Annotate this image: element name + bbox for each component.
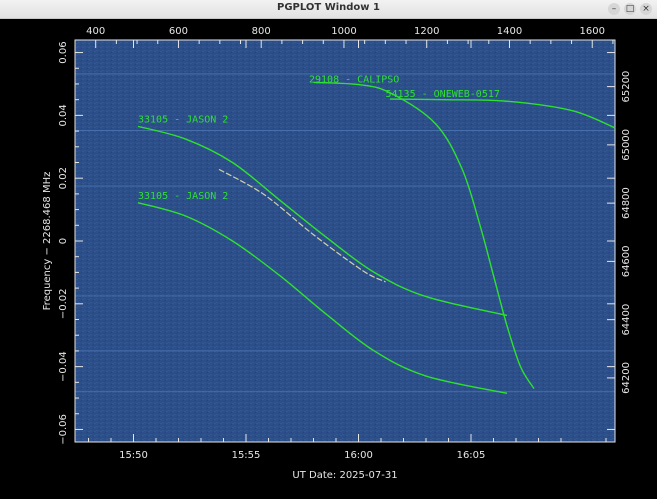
top-tick-label: 1000 bbox=[331, 26, 356, 37]
satellite-label: 29108 - CALIPSO bbox=[309, 74, 399, 85]
top-tick-label: 1200 bbox=[414, 26, 439, 37]
top-tick-label: 800 bbox=[252, 26, 271, 37]
y-tick-label: −0.06 bbox=[58, 414, 69, 445]
top-tick-label: 1600 bbox=[580, 26, 605, 37]
window-title: PGPLOT Window 1 bbox=[277, 2, 380, 13]
waterfall-background bbox=[75, 40, 615, 442]
right-tick-label: 64200 bbox=[621, 362, 632, 394]
top-tick-label: 600 bbox=[169, 26, 188, 37]
right-tick-label: 65000 bbox=[621, 129, 632, 161]
y-tick-label: 0.06 bbox=[58, 41, 69, 63]
y-tick-label: −0.04 bbox=[58, 351, 69, 382]
top-tick-label: 400 bbox=[86, 26, 105, 37]
y-tick-label: 0.02 bbox=[58, 167, 69, 189]
x-axis-title: UT Date: 2025-07-31 bbox=[292, 470, 397, 481]
pgplot-canvas: 15:50 15:55 16:00 16:05 400 600 800 1000 1200 140… bbox=[42, 26, 632, 481]
right-tick-label: 64400 bbox=[621, 304, 632, 336]
y-axis-title: Frequency − 2268.468 MHz bbox=[42, 172, 53, 311]
satellite-label: 54135 - ONEWEB-0517 bbox=[386, 89, 500, 100]
y-tick-label: 0.04 bbox=[58, 104, 69, 126]
x-tick-label: 15:50 bbox=[119, 450, 148, 461]
maximize-button[interactable]: □ bbox=[624, 3, 636, 15]
close-button[interactable]: × bbox=[640, 3, 652, 15]
window-titlebar: PGPLOT Window 1 – □ × bbox=[0, 0, 657, 19]
minimize-button[interactable]: – bbox=[608, 3, 620, 15]
right-tick-label: 65200 bbox=[621, 71, 632, 103]
right-tick-label: 64600 bbox=[621, 245, 632, 277]
right-tick-label: 64800 bbox=[621, 187, 632, 219]
y-tick-label: 0 bbox=[58, 238, 69, 244]
plot-area bbox=[74, 39, 616, 443]
x-tick-label: 15:55 bbox=[232, 450, 261, 461]
x-tick-label: 16:05 bbox=[457, 450, 486, 461]
satellite-label: 33105 - JASON 2 bbox=[138, 191, 228, 202]
top-tick-label: 1400 bbox=[497, 26, 522, 37]
y-tick-label: −0.02 bbox=[58, 288, 69, 319]
x-tick-label: 16:00 bbox=[344, 450, 373, 461]
satellite-label: 33105 - JASON 2 bbox=[138, 114, 228, 125]
